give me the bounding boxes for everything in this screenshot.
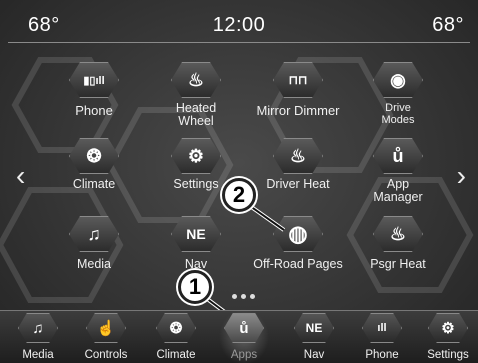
dock-settings[interactable]: ⚙ Settings bbox=[418, 313, 478, 361]
dock-apps[interactable]: ů Apps bbox=[214, 309, 274, 363]
bottom-dock: ♫ Media ☝ Controls ❂ Climate ů Apps NE N… bbox=[0, 309, 478, 363]
dock-media[interactable]: ♫ Media bbox=[8, 313, 68, 361]
dock-label: Nav bbox=[303, 349, 325, 361]
dock-controls[interactable]: ☝ Controls bbox=[76, 313, 136, 361]
dock-label: Apps bbox=[230, 349, 258, 361]
dock-climate[interactable]: ❂ Climate bbox=[146, 313, 206, 361]
callout-1: 1 bbox=[178, 270, 212, 304]
dock-label: Controls bbox=[84, 349, 128, 361]
climate-icon: ❂ bbox=[156, 313, 196, 343]
dock-label: Phone bbox=[365, 349, 399, 361]
nav-compass-icon: NE bbox=[294, 313, 334, 343]
dock-nav[interactable]: NE Nav bbox=[284, 313, 344, 361]
dock-phone[interactable]: ıll Phone bbox=[352, 313, 412, 361]
uconnect-apps-screen: 68° 12:00 68° ▮▯ıll Phone ♨ Heated Wheel… bbox=[0, 0, 478, 363]
apps-u-icon: ů bbox=[224, 313, 264, 343]
dock-label: Media bbox=[22, 349, 54, 361]
phone-signal-icon: ıll bbox=[362, 313, 402, 343]
dock-label: Settings bbox=[427, 349, 469, 361]
settings-gear-icon: ⚙ bbox=[428, 313, 468, 343]
callout-2: 2 bbox=[222, 178, 256, 212]
dock-label: Climate bbox=[156, 349, 196, 361]
controls-hand-icon: ☝ bbox=[86, 313, 126, 343]
music-note-icon: ♫ bbox=[18, 313, 58, 343]
